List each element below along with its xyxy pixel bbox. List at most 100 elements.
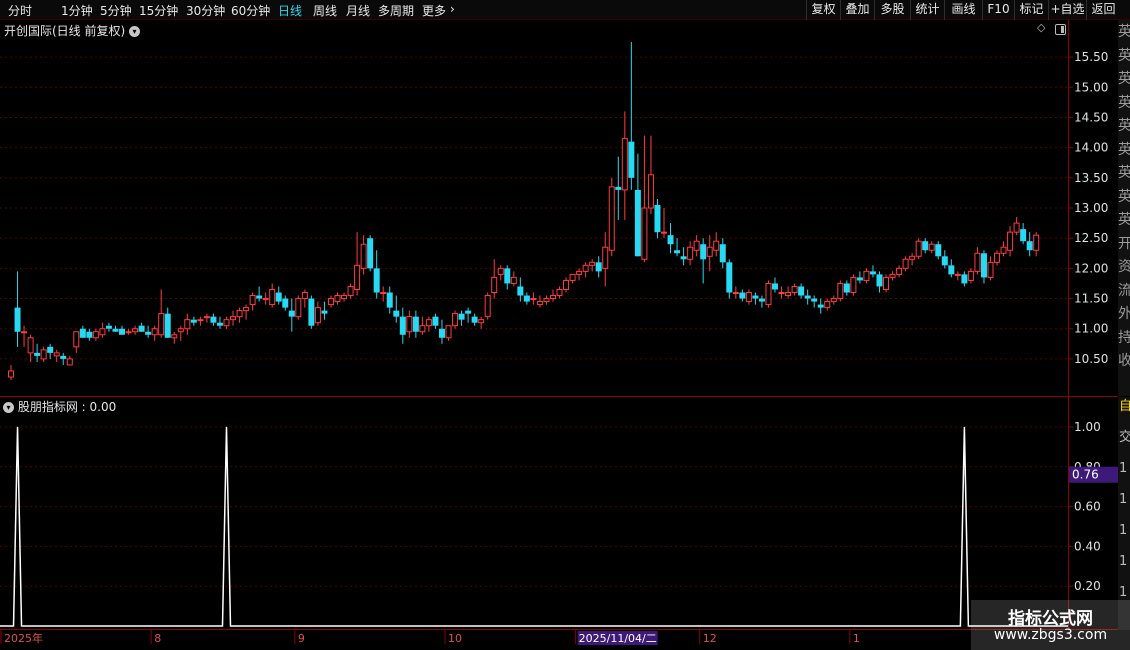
period-toolbar: 分时 1分钟 5分钟 15分钟 30分钟 60分钟 日线 周线 月线 多周期 更多 › 复权 叠加 多股 统计… xyxy=(0,0,1130,20)
candle-body xyxy=(164,313,171,338)
candle-body xyxy=(850,276,857,294)
date-tick-label: 2025/11/04/二 xyxy=(579,632,657,645)
strip-char: 1 xyxy=(1119,523,1128,538)
candle-body xyxy=(314,307,321,324)
price-tick-label: 13.50 xyxy=(1074,171,1108,185)
tool-button-6[interactable]: 标记 xyxy=(1014,0,1048,20)
candle-body xyxy=(654,204,661,233)
price-tick-label: 14.00 xyxy=(1074,141,1108,155)
candle-body xyxy=(967,270,974,281)
candle-body xyxy=(798,286,805,296)
chevron-right-icon[interactable]: › xyxy=(450,2,455,16)
tool-button-7[interactable]: +自选 xyxy=(1048,0,1086,20)
candle-body xyxy=(922,241,929,251)
candle-body xyxy=(419,325,426,333)
candle-body xyxy=(935,244,942,257)
price-tick-label: 12.00 xyxy=(1074,261,1108,275)
candle-body xyxy=(119,328,126,335)
strip-char: 英 xyxy=(1118,24,1130,40)
candle-body xyxy=(79,328,86,338)
price-tick-label: 11.50 xyxy=(1074,292,1108,306)
candle-body xyxy=(530,298,537,301)
strip-char: 外 xyxy=(1118,306,1130,322)
candle-body xyxy=(863,270,870,281)
strip-char: 1 xyxy=(1119,585,1128,600)
period-tab-5[interactable]: 60分钟 xyxy=(231,2,270,19)
strip-char: 英 xyxy=(1118,94,1130,111)
candle-body xyxy=(125,331,132,334)
candle-body xyxy=(269,288,276,306)
candle-body xyxy=(210,316,217,323)
chevron-down-icon[interactable]: ▾ xyxy=(3,402,14,413)
panel-toggle-icon[interactable] xyxy=(1055,24,1066,35)
candle-body xyxy=(301,292,308,300)
candle-body xyxy=(230,316,237,321)
tool-button-5[interactable]: F10 xyxy=(982,0,1014,20)
chevron-down-icon[interactable]: ▾ xyxy=(129,26,141,37)
candle-body xyxy=(465,310,472,314)
candle-body xyxy=(536,301,543,306)
candle-body xyxy=(223,319,230,327)
candle-body xyxy=(360,243,367,269)
tool-button-2[interactable]: 多股 xyxy=(874,0,910,20)
tool-button-0[interactable]: 复权 xyxy=(806,0,840,20)
candle-body xyxy=(621,138,628,191)
candle-body xyxy=(243,307,250,312)
indicator-panel-title[interactable]: ▾ 股朋指标网 : 0.00 xyxy=(3,398,116,415)
candle-body xyxy=(34,352,41,356)
candle-body xyxy=(497,267,504,275)
indicator-tick-label: 0.60 xyxy=(1074,500,1101,514)
candle-body xyxy=(386,292,393,308)
period-tab-7[interactable]: 周线 xyxy=(313,2,337,19)
candle-body xyxy=(334,295,341,303)
candle-body xyxy=(445,325,452,339)
tool-button-1[interactable]: 叠加 xyxy=(840,0,874,20)
watermark-url: www.zbgs3.com xyxy=(993,627,1108,643)
candle-body xyxy=(713,240,720,251)
candle-body xyxy=(1020,229,1027,242)
tool-button-8[interactable]: 返回 xyxy=(1086,0,1120,20)
period-tab-1[interactable]: 1分钟 xyxy=(61,2,93,19)
price-tick-label: 13.00 xyxy=(1074,201,1108,215)
candle-body xyxy=(438,328,445,338)
chart-area: 15.50 15.00 14.50 14.00 13.50 13.00 12.50 12.00… xyxy=(0,20,1118,645)
candle-body xyxy=(772,283,779,290)
period-tab-9[interactable]: 多周期 xyxy=(378,2,414,19)
candle-body xyxy=(569,273,576,281)
strip-char: 英 xyxy=(1118,188,1130,205)
period-tab-0[interactable]: 分时 xyxy=(8,2,32,19)
candle-body xyxy=(471,316,478,323)
diamond-icon[interactable]: ◇ xyxy=(1037,21,1045,34)
candle-body xyxy=(628,141,635,178)
main-panel-title[interactable]: 开创国际(日线 前复权) ▾ xyxy=(4,22,141,39)
strip-char: 英 xyxy=(1118,47,1130,64)
tool-button-4[interactable]: 画线 xyxy=(944,0,982,20)
candle-body xyxy=(295,298,302,318)
period-tab-10[interactable]: 更多 xyxy=(422,2,446,19)
candle-body xyxy=(327,298,334,306)
period-tab-6[interactable]: 日线 xyxy=(278,2,302,19)
candle-body xyxy=(105,325,112,329)
candle-body xyxy=(21,331,28,334)
candle-body xyxy=(47,346,54,353)
candle-body xyxy=(915,240,922,257)
period-tab-4[interactable]: 30分钟 xyxy=(186,2,225,19)
candle-body xyxy=(458,313,465,320)
candle-body xyxy=(73,331,80,348)
price-tick-label: 15.50 xyxy=(1074,50,1108,64)
period-tab-3[interactable]: 15分钟 xyxy=(139,2,178,19)
period-tab-2[interactable]: 5分钟 xyxy=(100,2,132,19)
right-info-strip-indicator: 自交 1 1 1 1 1 xyxy=(1118,397,1130,630)
candle-body xyxy=(8,370,14,378)
period-tab-8[interactable]: 月线 xyxy=(346,2,370,19)
candle-body xyxy=(132,328,139,333)
candle-body xyxy=(778,292,785,295)
candle-body xyxy=(563,279,570,290)
tool-button-3[interactable]: 统计 xyxy=(910,0,944,20)
date-tick-label: 1 xyxy=(853,632,860,645)
candle-body xyxy=(608,186,615,251)
candle-body xyxy=(615,186,622,190)
candle-body xyxy=(830,298,837,303)
indicator-tick-label: 0.20 xyxy=(1074,579,1101,593)
stock-name-label: 开创国际(日线 前复权) xyxy=(4,24,126,38)
